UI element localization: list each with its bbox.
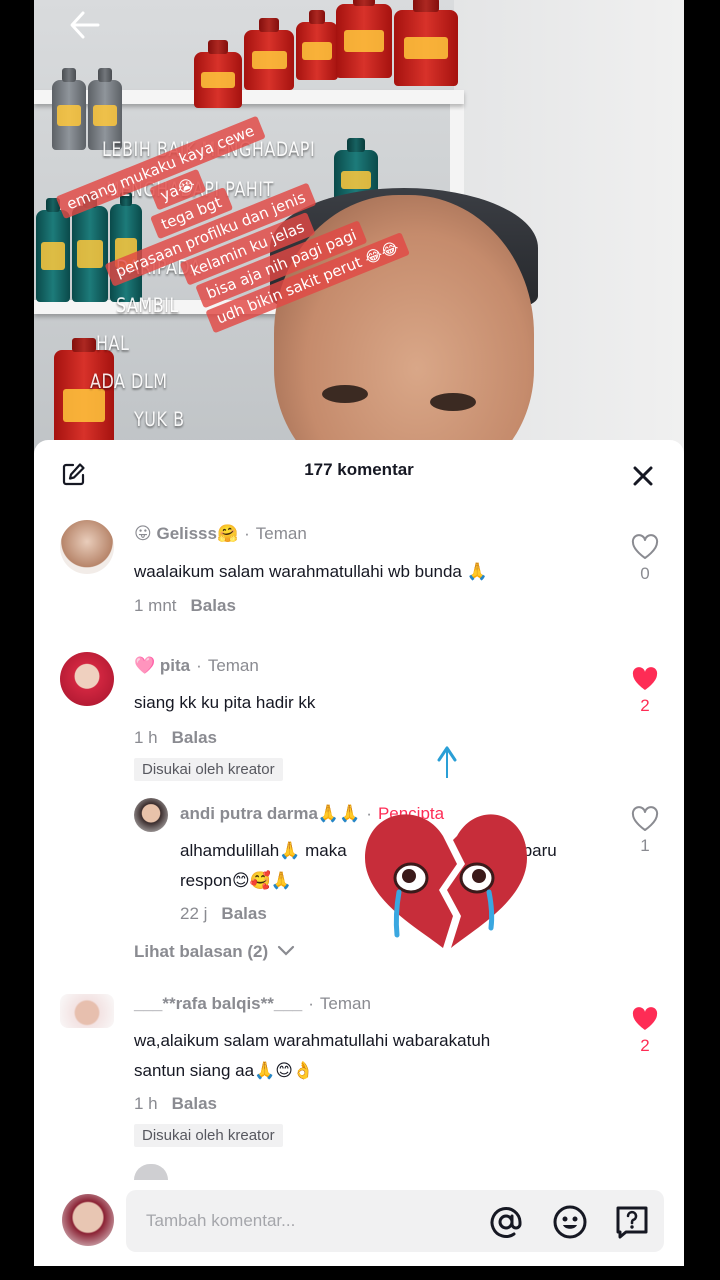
view-replies-button[interactable]: Lihat balasan (2) — [134, 942, 295, 962]
oil-bottle — [36, 198, 70, 302]
comment-meta: 1 h Balas — [134, 1094, 217, 1114]
oil-bottle — [296, 10, 338, 80]
reply-button[interactable]: Balas — [172, 728, 217, 747]
heart-filled-icon — [632, 1007, 658, 1030]
author-name: andi putra darma🙏🙏 — [180, 804, 361, 823]
close-icon — [633, 466, 653, 486]
reply-button[interactable]: Balas — [172, 1094, 217, 1113]
relation-label: Teman — [255, 524, 307, 543]
oil-bottle — [194, 40, 242, 108]
relation-label: Teman — [207, 656, 259, 675]
like-button[interactable]: 2 — [630, 666, 660, 716]
arrow-left-icon — [70, 11, 100, 39]
comment-meta: 1 h Balas — [134, 728, 217, 748]
mention-button[interactable] — [488, 1204, 524, 1240]
reply-button[interactable]: Balas — [191, 596, 236, 615]
emoji-button[interactable] — [552, 1204, 588, 1240]
eye — [430, 393, 476, 411]
oil-bottle — [244, 18, 294, 90]
comment-time: 1 mnt — [134, 596, 177, 615]
comment-item: 😛 Gelisss🤗 · Teman waalaikum salam warahma… — [34, 512, 684, 632]
reply-time: 22 j — [180, 904, 208, 923]
like-count: 0 — [640, 564, 650, 583]
comment-text: wa,alaikum salam warahmatullahi wabaraka… — [134, 1026, 490, 1086]
reply-button[interactable]: Balas — [221, 904, 266, 923]
comment-time: 1 h — [134, 1094, 158, 1113]
heart-outline-icon — [631, 806, 659, 831]
back-button[interactable] — [68, 8, 108, 48]
avatar[interactable] — [60, 994, 114, 1028]
comment-input[interactable] — [146, 1190, 466, 1252]
question-icon — [616, 1206, 648, 1239]
heart-outline-icon — [631, 534, 659, 559]
question-button[interactable] — [614, 1204, 650, 1240]
like-button[interactable]: 2 — [630, 1006, 660, 1056]
avatar — [134, 1164, 168, 1180]
reply-text-part: respon😊🥰🙏 — [180, 871, 293, 890]
my-avatar — [62, 1194, 114, 1246]
comment-author[interactable]: 🩷 pita · Teman — [134, 656, 259, 676]
liked-by-creator-badge: Disukai oleh kreator — [134, 758, 283, 781]
oil-bottle — [336, 0, 392, 78]
comment-author[interactable]: 😛 Gelisss🤗 · Teman — [134, 524, 307, 544]
comment-text: waalaikum salam warahmatullahi wb bunda … — [134, 562, 488, 581]
avatar[interactable] — [60, 520, 114, 574]
app-frame: LEBIH BAIK MENGHADAPI MENGHADAPI PAHIT D… — [34, 0, 684, 1266]
avatar[interactable] — [60, 652, 114, 706]
broken-heart-sticker — [361, 740, 531, 960]
like-button[interactable]: 0 — [630, 534, 660, 584]
like-count: 2 — [640, 1036, 650, 1055]
name-emoji: 😛 — [134, 524, 152, 543]
video-player[interactable]: LEBIH BAIK MENGHADAPI MENGHADAPI PAHIT D… — [34, 0, 684, 470]
author-name: ___**rafa balqis**___ — [134, 994, 303, 1013]
comment-text: siang kk ku pita hadir kk — [134, 693, 316, 712]
comment-author[interactable]: ___**rafa balqis**___ · Teman — [134, 994, 371, 1014]
comments-header: 177 komentar — [34, 440, 684, 504]
comment-text-line: santun siang aa🙏😊👌 — [134, 1061, 315, 1080]
comment-count-title: 177 komentar — [304, 460, 414, 479]
comment-time: 1 h — [134, 728, 158, 747]
like-count: 1 — [640, 836, 650, 855]
comments-panel: 177 komentar 😛 Gelisss🤗 · Teman waalaikum … — [34, 440, 684, 1266]
name-emoji: 🩷 — [134, 656, 156, 675]
comment-meta: 1 mnt Balas — [134, 596, 236, 616]
at-icon — [490, 1207, 522, 1238]
comment-input-bar — [34, 1184, 684, 1266]
emoji-icon — [553, 1205, 587, 1239]
comment-item: 🩷 pita · Teman siang kk ku pita hadir kk 1… — [34, 644, 684, 804]
liked-by-creator-badge: Disukai oleh kreator — [134, 1124, 283, 1147]
reply-item: andi putra darma🙏🙏 · Pencipta alhamdulilla… — [34, 794, 684, 944]
avatar[interactable] — [134, 798, 168, 832]
close-button[interactable] — [632, 465, 654, 487]
broken-heart-icon — [365, 746, 527, 948]
view-replies-label: Lihat balasan (2) — [134, 942, 269, 961]
author-name: Gelisss🤗 — [156, 524, 239, 543]
like-count: 2 — [640, 696, 650, 715]
oil-bottle — [52, 68, 86, 150]
comment-input-container[interactable] — [126, 1190, 664, 1252]
relation-label: Teman — [319, 994, 371, 1013]
author-name: pita — [159, 656, 191, 675]
chevron-down-icon — [277, 945, 294, 956]
eye — [322, 385, 368, 403]
comment-text-line: wa,alaikum salam warahmatullahi wabaraka… — [134, 1031, 491, 1050]
heart-filled-icon — [632, 667, 658, 690]
like-button[interactable]: 1 — [630, 806, 660, 856]
comment-item: ___**rafa balqis**___ · Teman wa,alaikum s… — [34, 984, 684, 1154]
reply-meta: 22 j Balas — [180, 904, 267, 924]
oil-bottle — [394, 0, 458, 86]
reply-text-part: alhamdulillah🙏 maka — [180, 841, 347, 860]
